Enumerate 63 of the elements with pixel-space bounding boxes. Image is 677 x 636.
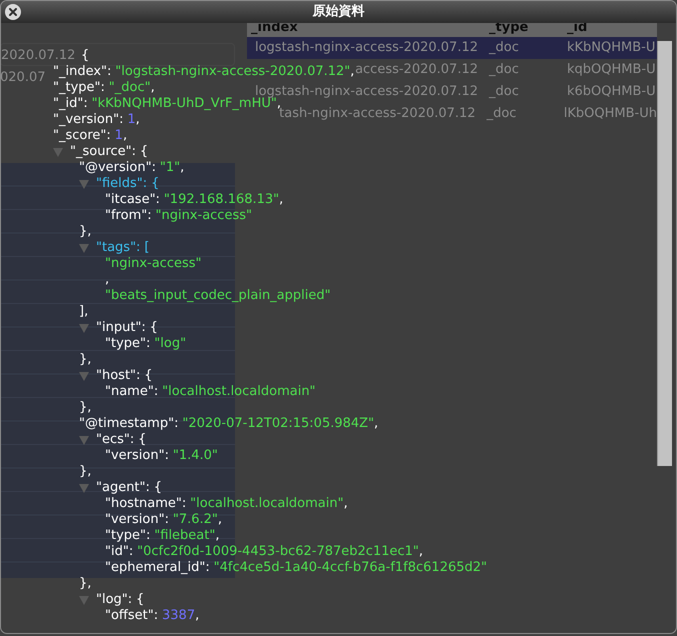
json-line: }, <box>79 464 92 480</box>
window-title: 原始資料 <box>312 3 364 22</box>
json-line: "ephemeral_id": "4fc4ce5d-1a40-4ccf-b76a-f1f8c61265d2" <box>105 560 488 576</box>
json-line: "@version": "1", <box>79 160 184 176</box>
json-line: "_score": 1, <box>53 128 128 144</box>
collapse-arrow-icon[interactable] <box>79 244 89 252</box>
collapse-arrow-icon[interactable] <box>79 180 89 188</box>
json-line: "nginx-access" <box>105 256 202 272</box>
table-cell: tash-nginx-access-2020.07.12 <box>279 106 476 121</box>
table-cell: access-2020.07.12 <box>355 62 478 77</box>
json-line: "_index": "logstash-nginx-access-2020.07.12", <box>53 64 354 80</box>
close-button[interactable] <box>5 4 21 20</box>
json-line: "tags": [ <box>96 240 150 256</box>
selected-row[interactable]: logstash-nginx-access-2020.07.12 _doc kKbNQHMB-U <box>247 37 657 59</box>
json-line: }, <box>79 400 92 416</box>
json-line: "version": "7.6.2", <box>105 512 222 528</box>
json-line: "offset": 3387, <box>105 608 200 624</box>
collapse-arrow-icon[interactable] <box>79 596 89 604</box>
scrollbar-thumb[interactable] <box>657 41 672 466</box>
json-line: }, <box>79 224 92 240</box>
json-line: "type": "filebeat", <box>105 528 220 544</box>
json-line: "from": "nginx-access" <box>105 208 252 224</box>
index-item[interactable]: 020.07 <box>0 70 46 85</box>
json-line: "id": "0cfc2f0d-1009-4453-bc62-787eb2c11ec1", <box>105 544 424 560</box>
json-line: "hostname": "localhost.localdomain", <box>105 496 348 512</box>
json-line: }, <box>79 352 92 368</box>
json-line: ], <box>79 304 88 320</box>
json-line: "@timestamp": "2020-07-12T02:15:05.984Z", <box>79 416 378 432</box>
json-line: "_version": 1, <box>53 112 140 128</box>
json-line: "name": "localhost.localdomain" <box>105 384 316 400</box>
collapse-arrow-icon[interactable] <box>79 372 89 380</box>
json-line: "input": { <box>96 320 158 336</box>
close-icon <box>9 8 17 16</box>
table-cell: kKbNQHMB-U <box>567 40 656 55</box>
json-line: "type": "log" <box>105 336 186 352</box>
table-cell: logstash-nginx-access-2020.07.12 <box>254 84 478 99</box>
json-line: "itcase": "192.168.168.13", <box>105 192 284 208</box>
table-cell: k6bOQHMB-U <box>567 84 656 99</box>
collapse-arrow-icon[interactable] <box>79 436 89 444</box>
collapse-arrow-icon[interactable] <box>79 484 89 492</box>
table-cell: _doc <box>489 62 519 77</box>
json-line: }, <box>79 576 92 592</box>
table-cell: _doc <box>489 40 519 55</box>
table-cell: kqbOQHMB-U <box>567 62 656 77</box>
json-line: "fields": { <box>96 176 160 192</box>
table-cell: lKbOQHMB-Uh <box>564 106 657 121</box>
json-line: "_source": { <box>70 144 148 160</box>
json-line: "agent": { <box>96 480 162 496</box>
collapse-arrow-icon[interactable] <box>53 148 63 156</box>
json-line: "host": { <box>96 368 153 384</box>
table-cell: logstash-nginx-access-2020.07.12 <box>254 40 478 55</box>
collapse-arrow-icon[interactable] <box>79 324 89 332</box>
json-line: , <box>105 272 110 288</box>
json-line: "beats_input_codec_plain_applied" <box>105 288 331 304</box>
json-line: "log": { <box>96 592 144 608</box>
table-cell: _doc <box>486 106 516 121</box>
index-item[interactable]: 2020.07.12 <box>1 48 76 63</box>
json-line: "_id": "kKbNQHMB-UhD_VrF_mHU", <box>53 96 281 111</box>
table-cell: _doc <box>489 84 519 99</box>
json-line: "ecs": { <box>96 432 146 448</box>
json-line: "version": "1.4.0" <box>105 448 218 464</box>
json-line: "_type": "_doc", <box>53 80 155 96</box>
json-line: { <box>81 48 90 64</box>
